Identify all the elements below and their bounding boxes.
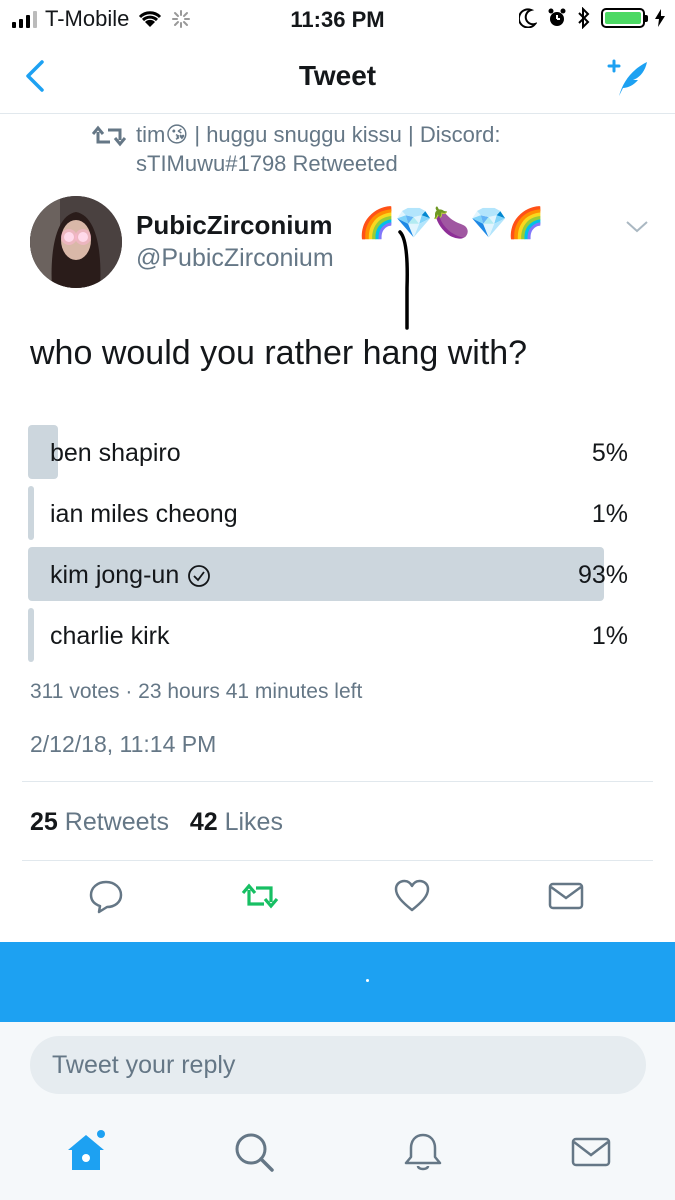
reply-input[interactable] [30,1036,646,1094]
page-title: Tweet [298,60,377,91]
home-icon[interactable] [64,1130,108,1174]
alarm-icon [548,8,566,26]
poll-option-percent: 5% [591,439,628,467]
poll-option-label: ian miles cheong [50,500,238,528]
messages-mail-icon[interactable] [569,1130,613,1174]
compose-tweet-icon[interactable] [605,56,651,100]
retweets-stat[interactable]: 25 Retweets [30,808,169,836]
status-bar: T-Mobile 11:36 PM [0,0,675,40]
notifications-bell-icon[interactable] [401,1130,445,1174]
reply-icon[interactable] [86,876,126,916]
author-emojis: 🌈💎🍆💎🌈 [358,207,545,240]
poll-option: charlie kirk 1% [28,608,628,662]
selected-check-icon [188,564,211,587]
drawn-line-annotation [398,230,409,330]
poll-bar [28,608,34,662]
tab-bar [0,1106,675,1200]
banner-dot [366,979,369,982]
retweet-context-line1: tim😘 | huggu snuggu kissu | Discord: [136,122,501,147]
tweet-text: who would you rather hang with? [30,334,528,372]
tweet-timestamp: 2/12/18, 11:14 PM [30,731,217,757]
divider [22,860,653,861]
share-mail-icon[interactable] [546,876,586,916]
poll-option-label: kim jong-un [50,561,180,589]
divider [22,781,653,782]
moon-icon [519,8,537,28]
retweet-context-line2: sTIMuwu#1798 Retweeted [136,151,398,176]
blue-banner [0,942,675,1022]
avatar[interactable] [30,196,122,288]
likes-count: 42 [189,808,218,836]
retweets-label: Retweets [64,808,169,836]
battery-icon [601,8,648,28]
tweet-actions [0,876,675,928]
poll-option-label: ben shapiro [50,439,181,467]
chevron-down-icon[interactable] [625,216,649,236]
retweet-icon[interactable] [240,876,280,916]
author-name[interactable]: PubicZirconium [136,210,332,241]
nav-bar: Tweet [0,40,675,114]
retweets-count: 25 [30,808,58,836]
poll-option-percent: 1% [591,500,628,528]
poll-option-percent: 93% [577,561,628,589]
poll-option-label: charlie kirk [50,622,170,650]
author-handle[interactable]: @PubicZirconium [136,244,334,273]
likes-stat[interactable]: 42 Likes [190,808,283,836]
poll-option-percent: 1% [591,622,628,650]
retweet-context[interactable]: tim😘 | huggu snuggu kissu | Discord: sTI… [92,120,592,178]
tweet-stats: 25 Retweets 42 Likes [30,808,283,837]
charging-icon [655,9,665,27]
reply-area [0,1022,675,1106]
poll: ben shapiro 5% ian miles cheong 1% kim j… [28,425,628,669]
search-icon[interactable] [232,1130,276,1174]
poll-option: ian miles cheong 1% [28,486,628,540]
poll-bar [28,486,34,540]
poll-option: ben shapiro 5% [28,425,628,479]
bluetooth-icon [578,7,590,29]
like-heart-icon[interactable] [392,876,432,916]
likes-label: Likes [224,808,283,836]
poll-option: kim jong-un 93% [28,547,628,601]
poll-meta: 311 votes · 23 hours 41 minutes left [30,680,363,703]
retweet-small-icon [92,125,126,147]
